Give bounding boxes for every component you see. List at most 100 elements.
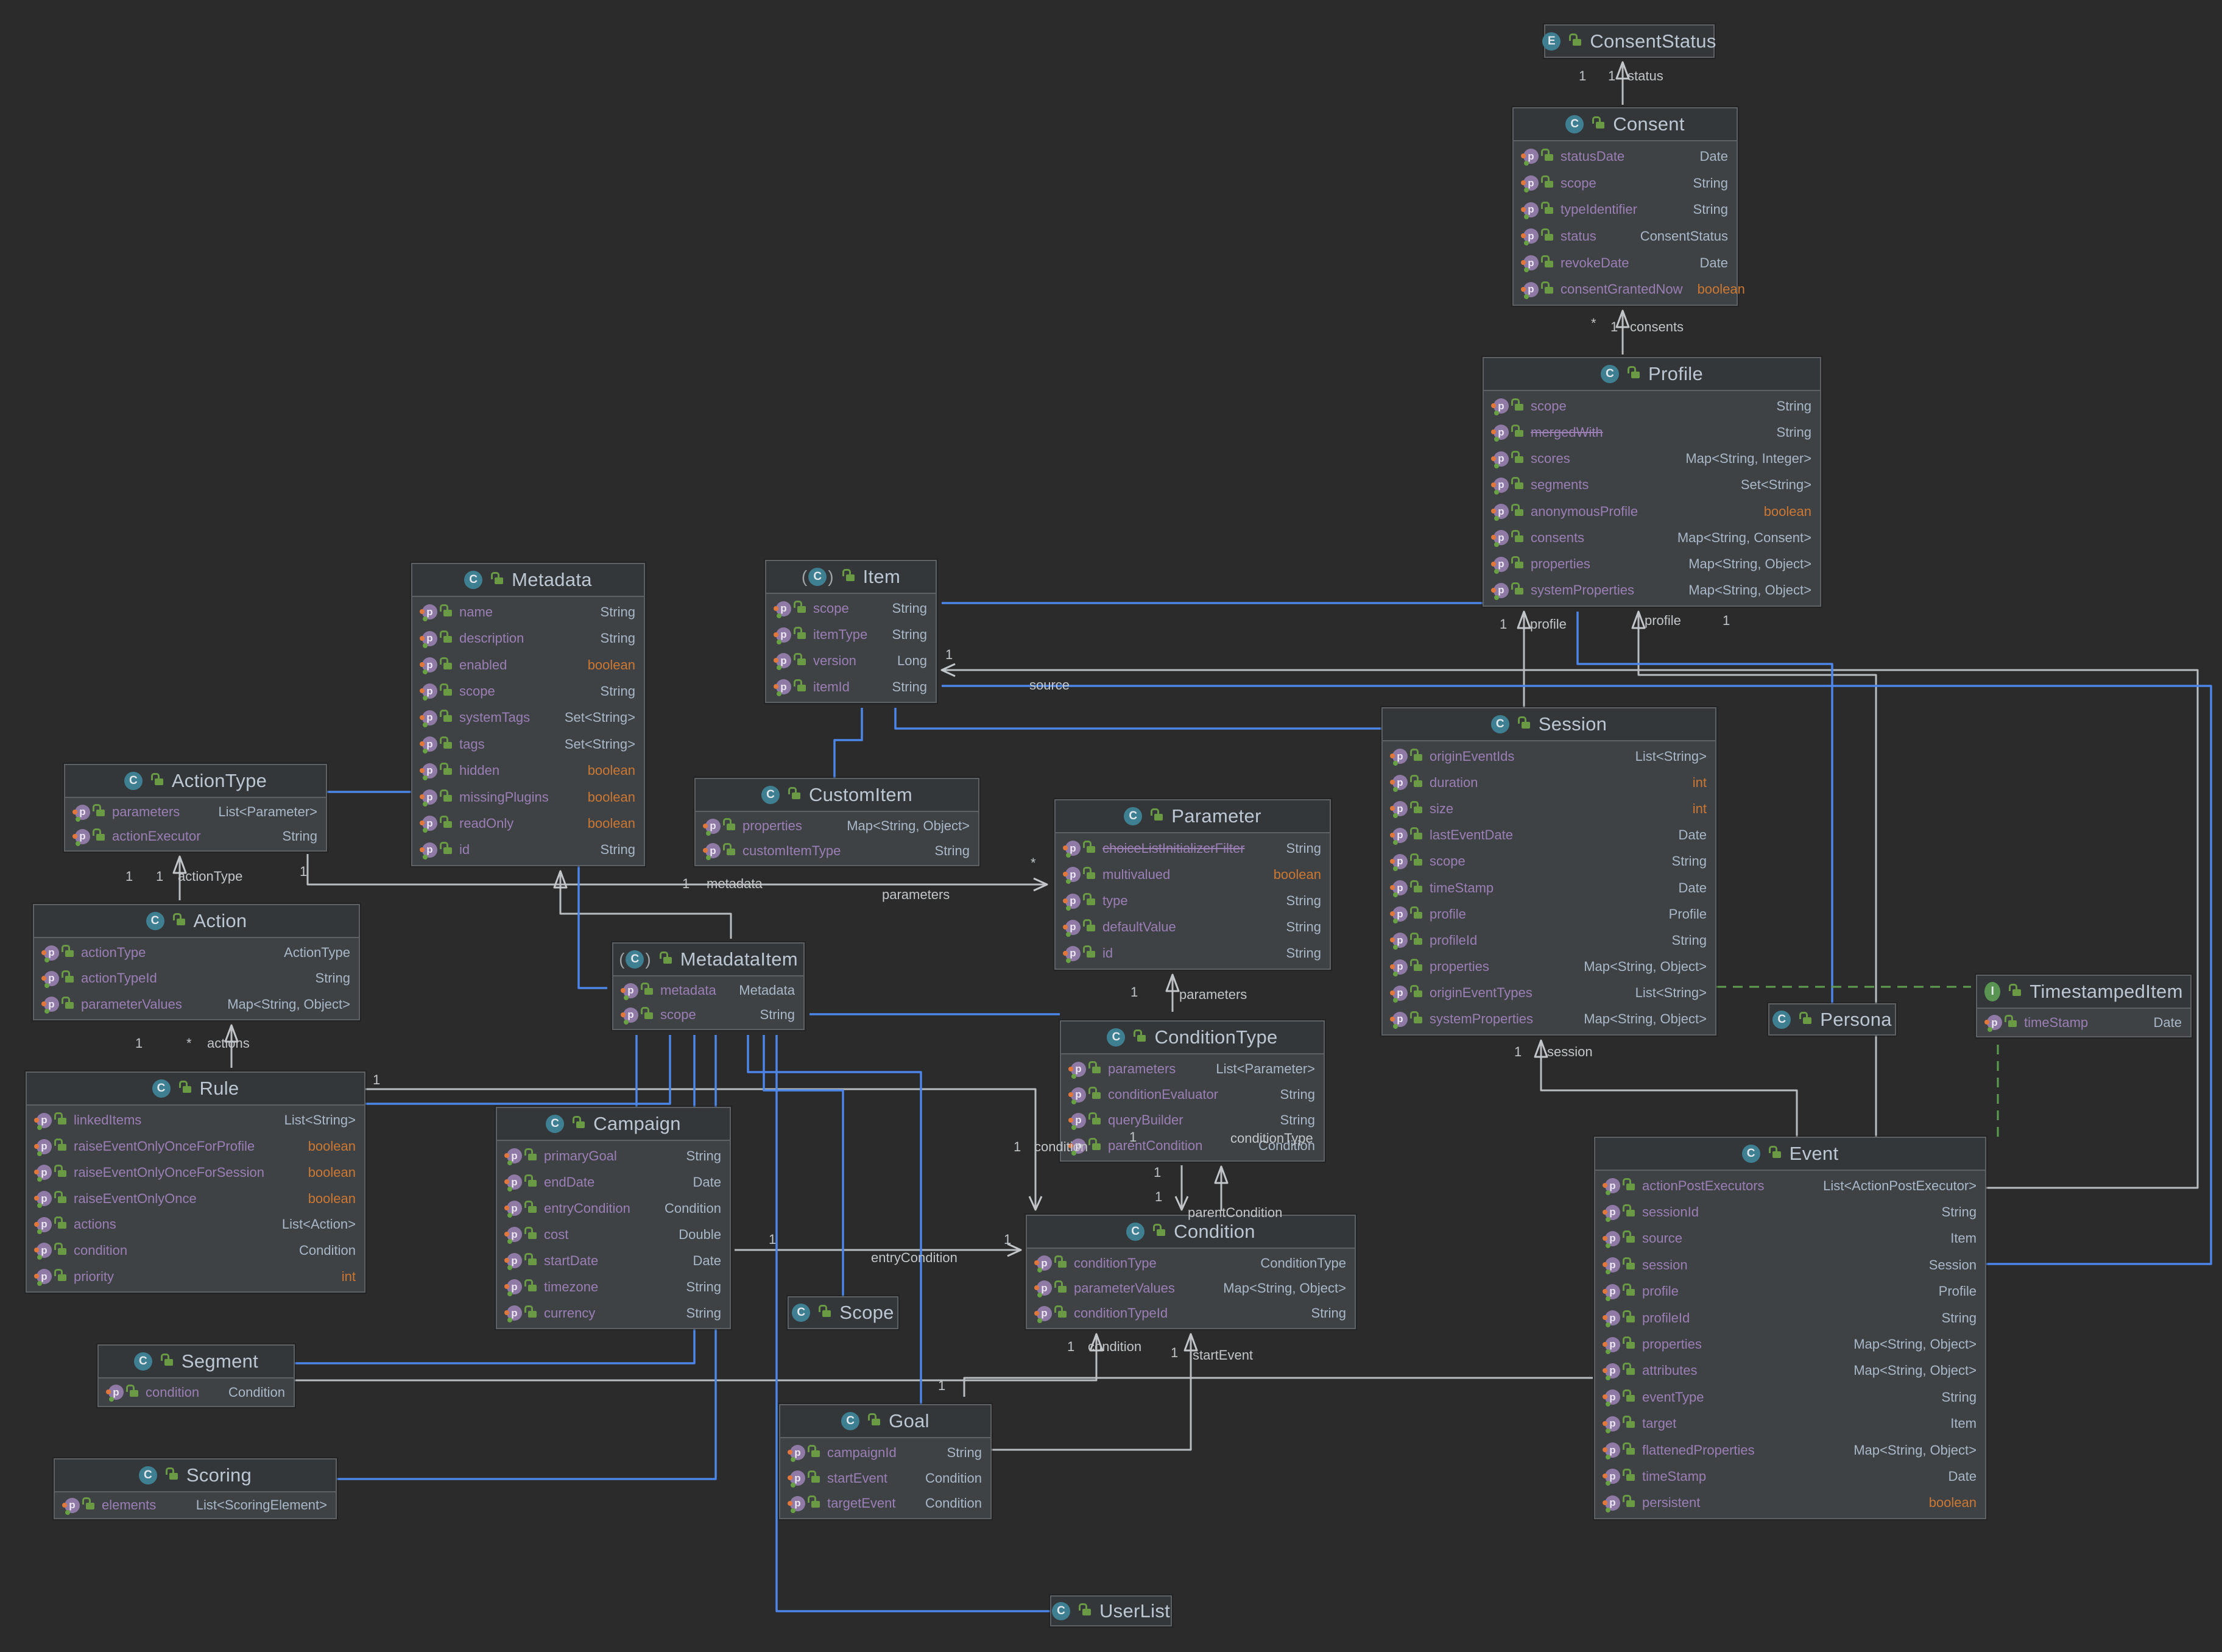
field-row[interactable]: p linkedItems List<String> [27, 1107, 364, 1134]
class-campaign[interactable]: C Campaign p primaryGoal String p endDat… [496, 1107, 731, 1329]
field-row[interactable]: p systemTags Set<String> [412, 705, 644, 731]
field-row[interactable]: p priority int [27, 1263, 364, 1290]
field-row[interactable]: p properties Map<String, Object> [696, 814, 978, 839]
field-row[interactable]: p source Item [1595, 1226, 1985, 1252]
field-row[interactable]: p endDate Date [497, 1169, 730, 1195]
field-row[interactable]: p originEventTypes List<String> [1383, 980, 1715, 1006]
field-row[interactable]: p raiseEventOnlyOnceForSession boolean [27, 1159, 364, 1185]
field-row[interactable]: p enabled boolean [412, 652, 644, 678]
field-row[interactable]: p lastEventDate Date [1383, 822, 1715, 849]
field-row[interactable]: p conditionEvaluator String [1061, 1082, 1324, 1107]
field-row[interactable]: p parameterValues Map<String, Object> [34, 992, 359, 1017]
field-row[interactable]: p elements List<ScoringElement> [55, 1494, 336, 1516]
field-row[interactable]: p condition Condition [99, 1380, 294, 1404]
field-row[interactable]: p target Item [1595, 1411, 1985, 1437]
field-row[interactable]: p condition Condition [27, 1238, 364, 1264]
field-row[interactable]: p itemType String [766, 622, 936, 648]
field-row[interactable]: p anonymousProfile boolean [1484, 498, 1820, 524]
field-row[interactable]: p parameterValues Map<String, Object> [1027, 1276, 1355, 1301]
class-customitem[interactable]: C CustomItem p properties Map<String, Ob… [694, 778, 979, 866]
field-row[interactable]: p size int [1383, 796, 1715, 822]
class-condition[interactable]: C Condition p conditionType ConditionTyp… [1026, 1215, 1356, 1329]
field-row[interactable]: p actionExecutor String [65, 824, 326, 849]
field-row[interactable]: p currency String [497, 1300, 730, 1326]
field-row[interactable]: p status ConsentStatus [1514, 223, 1737, 250]
class-rule[interactable]: C Rule p linkedItems List<String> p rais… [26, 1071, 365, 1293]
field-row[interactable]: p customItemType String [696, 839, 978, 864]
field-row[interactable]: p systemProperties Map<String, Object> [1383, 1006, 1715, 1032]
field-row[interactable]: p parameters List<Parameter> [65, 800, 326, 824]
field-row[interactable]: p timeStamp Date [1595, 1463, 1985, 1489]
field-row[interactable]: p campaignId String [780, 1440, 990, 1466]
field-row[interactable]: p name String [412, 599, 644, 625]
field-row[interactable]: p cost Double [497, 1221, 730, 1248]
field-row[interactable]: p choiceListInitializerFilter String [1056, 835, 1330, 861]
field-row[interactable]: p defaultValue String [1056, 914, 1330, 941]
class-metadata[interactable]: C Metadata p name String p description S… [411, 563, 645, 866]
field-row[interactable]: p targetEvent Condition [780, 1491, 990, 1516]
class-consentstatus[interactable]: E ConsentStatus [1544, 24, 1715, 58]
field-row[interactable]: p startDate Date [497, 1248, 730, 1274]
class-session[interactable]: C Session p originEventIds List<String> … [1381, 707, 1716, 1036]
field-row[interactable]: p parameters List<Parameter> [1061, 1056, 1324, 1082]
field-row[interactable]: p timezone String [497, 1274, 730, 1300]
field-row[interactable]: p session Session [1595, 1252, 1985, 1278]
class-scope[interactable]: C Scope [788, 1296, 898, 1329]
field-row[interactable]: p raiseEventOnlyOnceForProfile boolean [27, 1134, 364, 1160]
field-row[interactable]: p raiseEventOnlyOnce boolean [27, 1185, 364, 1212]
field-row[interactable]: p primaryGoal String [497, 1143, 730, 1169]
field-row[interactable]: p profileId String [1383, 927, 1715, 953]
field-row[interactable]: p actionTypeId String [34, 965, 359, 991]
field-row[interactable]: p profileId String [1595, 1305, 1985, 1331]
field-row[interactable]: p entryCondition Condition [497, 1195, 730, 1221]
field-row[interactable]: p type String [1056, 888, 1330, 914]
field-row[interactable]: p statusDate Date [1514, 143, 1737, 170]
field-row[interactable]: p metadata Metadata [613, 978, 803, 1003]
class-event[interactable]: C Event p actionPostExecutors List<Actio… [1594, 1137, 1986, 1519]
class-parameter[interactable]: C Parameter p choiceListInitializerFilte… [1054, 799, 1331, 970]
field-row[interactable]: p properties Map<String, Object> [1383, 954, 1715, 980]
field-row[interactable]: p eventType String [1595, 1384, 1985, 1410]
field-row[interactable]: p originEventIds List<String> [1383, 743, 1715, 769]
field-row[interactable]: p typeIdentifier String [1514, 196, 1737, 223]
field-row[interactable]: p queryBuilder String [1061, 1107, 1324, 1133]
field-row[interactable]: p readOnly boolean [412, 810, 644, 836]
field-row[interactable]: p persistent boolean [1595, 1490, 1985, 1516]
field-row[interactable]: p scope String [1514, 170, 1737, 197]
field-row[interactable]: p consentGrantedNow boolean [1514, 276, 1737, 303]
class-scoring[interactable]: C Scoring p elements List<ScoringElement… [54, 1458, 337, 1519]
field-row[interactable]: p scores Map<String, Integer> [1484, 446, 1820, 472]
field-row[interactable]: p mergedWith String [1484, 419, 1820, 445]
field-row[interactable]: p timeStamp Date [1383, 875, 1715, 901]
field-row[interactable]: p flattenedProperties Map<String, Object… [1595, 1437, 1985, 1463]
uml-diagram-canvas[interactable]: E ConsentStatus C Consent p statusDate D… [0, 0, 2222, 1652]
field-row[interactable]: p profile Profile [1383, 901, 1715, 927]
class-action[interactable]: C Action p actionType ActionType p actio… [33, 904, 360, 1020]
field-row[interactable]: p properties Map<String, Object> [1595, 1331, 1985, 1357]
field-row[interactable]: p id String [1056, 941, 1330, 967]
field-row[interactable]: p version Long [766, 648, 936, 674]
field-row[interactable]: p scope String [412, 678, 644, 704]
field-row[interactable]: p consents Map<String, Consent> [1484, 524, 1820, 551]
field-row[interactable]: p scope String [766, 596, 936, 622]
field-row[interactable]: p scope String [1383, 849, 1715, 875]
field-row[interactable]: p segments Set<String> [1484, 472, 1820, 498]
field-row[interactable]: p multivalued boolean [1056, 861, 1330, 888]
field-row[interactable]: p conditionType ConditionType [1027, 1251, 1355, 1276]
field-row[interactable]: p actionPostExecutors List<ActionPostExe… [1595, 1173, 1985, 1199]
field-row[interactable]: p attributes Map<String, Object> [1595, 1358, 1985, 1384]
class-segment[interactable]: C Segment p condition Condition [97, 1344, 295, 1407]
class-metadataitem[interactable]: C MetadataItem p metadata Metadata p sco… [612, 942, 805, 1030]
class-userlist[interactable]: C UserList [1050, 1595, 1172, 1626]
field-row[interactable]: p actions List<Action> [27, 1212, 364, 1238]
field-row[interactable]: p timeStamp Date [1977, 1011, 2190, 1034]
class-persona[interactable]: C Persona [1768, 1003, 1896, 1036]
class-actiontype[interactable]: C ActionType p parameters List<Parameter… [64, 764, 327, 852]
field-row[interactable]: p missingPlugins boolean [412, 784, 644, 810]
field-row[interactable]: p actionType ActionType [34, 940, 359, 965]
field-row[interactable]: p tags Set<String> [412, 731, 644, 757]
field-row[interactable]: p hidden boolean [412, 757, 644, 783]
field-row[interactable]: p sessionId String [1595, 1199, 1985, 1225]
field-row[interactable]: p startEvent Condition [780, 1466, 990, 1491]
field-row[interactable]: p itemId String [766, 674, 936, 700]
